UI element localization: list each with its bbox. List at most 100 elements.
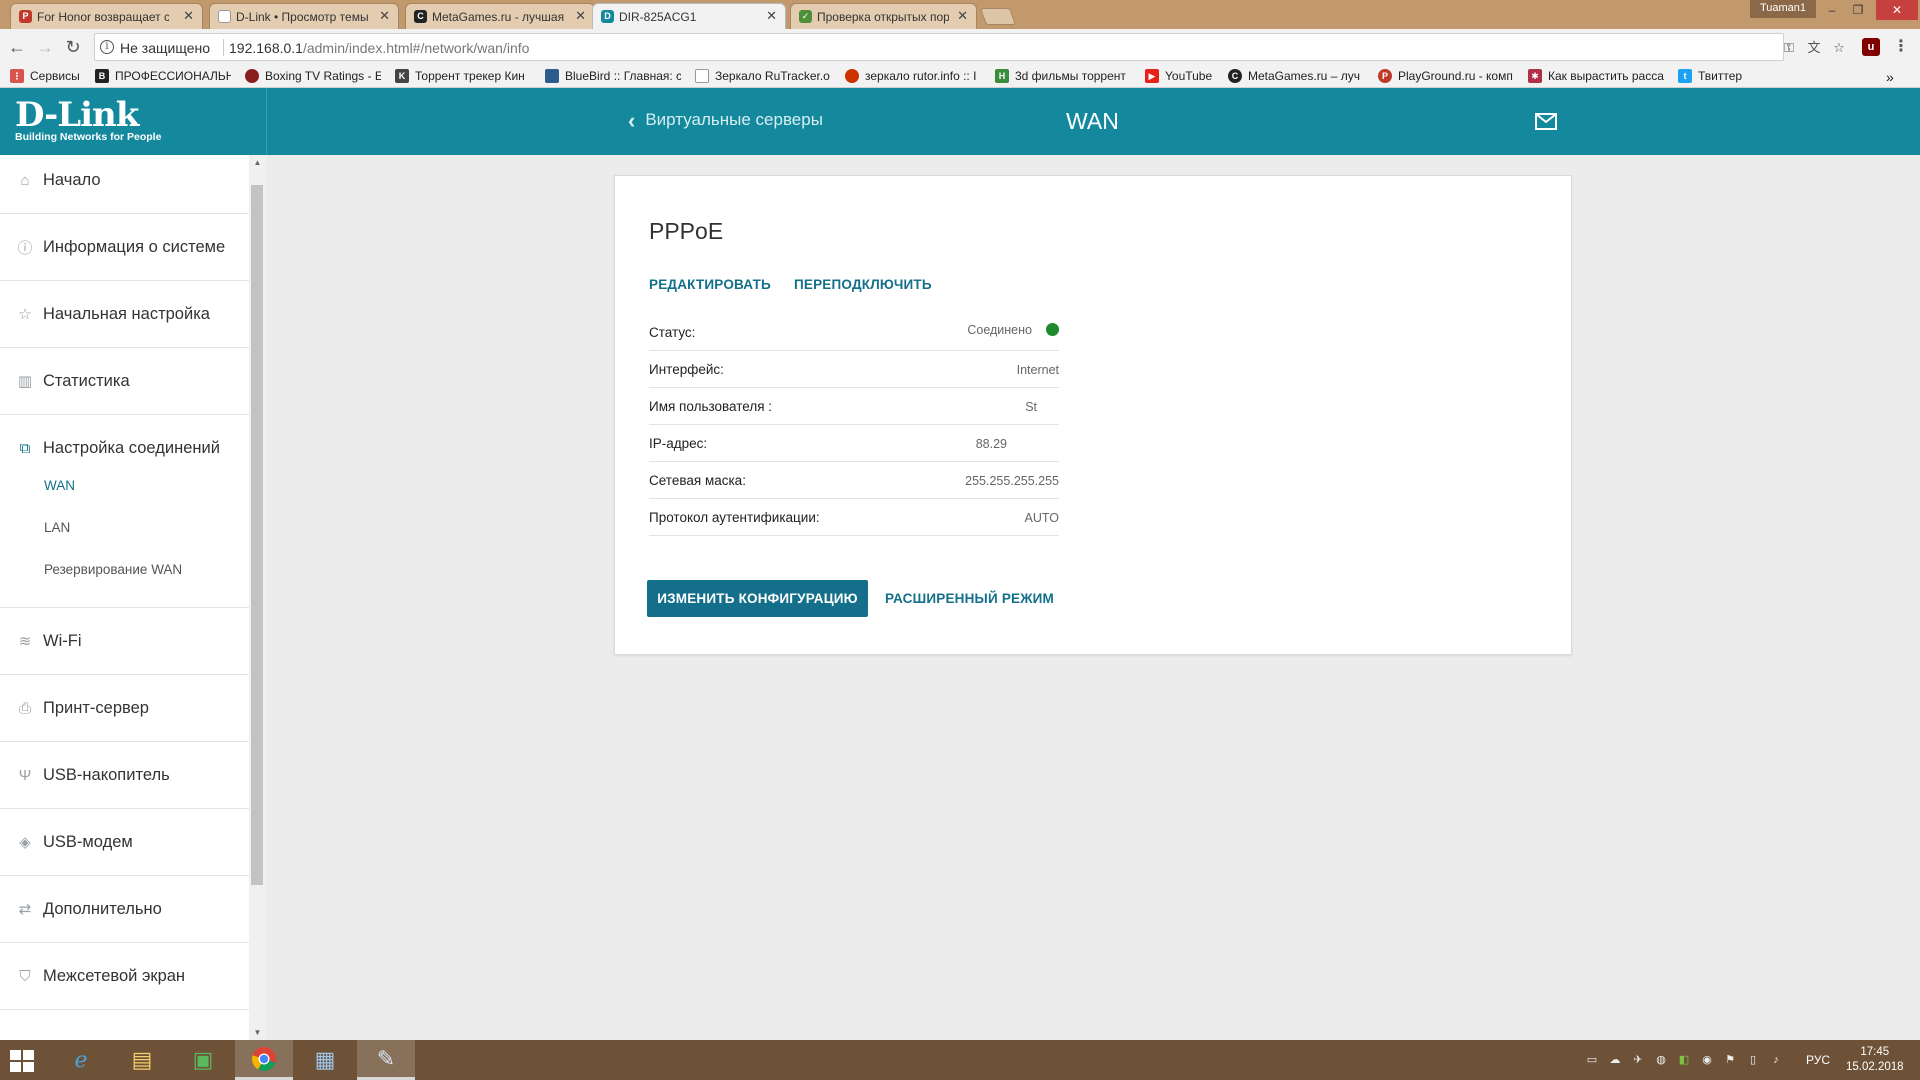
- security-label[interactable]: Не защищено: [120, 40, 210, 56]
- bookmark-bluebird[interactable]: BlueBird :: Главная: с: [545, 69, 681, 83]
- network-app-icon[interactable]: ▦: [296, 1040, 354, 1080]
- tab-dlink-forum[interactable]: D-Link • Просмотр темы ✕: [209, 3, 399, 29]
- ip-address-value: 88.29: [975, 437, 1007, 451]
- chevron-left-icon: ‹: [628, 107, 636, 133]
- bookmark-twitter[interactable]: t Твиттер: [1678, 69, 1768, 83]
- b-icon: B: [95, 69, 109, 83]
- tray-network-drive-icon[interactable]: ▭: [1584, 1052, 1600, 1068]
- bookmark-3d-films[interactable]: H 3d фильмы торрент: [995, 69, 1131, 83]
- info-icon[interactable]: i: [100, 40, 114, 54]
- paint-icon[interactable]: ✎: [357, 1040, 415, 1080]
- bookmark-plants[interactable]: ✱ Как вырастить расса: [1528, 69, 1664, 83]
- sidebar-item-system-info[interactable]: ⓘ Информация о системе: [0, 214, 249, 281]
- scroll-down-icon[interactable]: ▼: [249, 1025, 266, 1040]
- scroll-thumb[interactable]: [251, 185, 263, 885]
- explorer-icon[interactable]: ▤: [113, 1040, 171, 1080]
- sidebar-item-home[interactable]: ⌂ Начало: [0, 155, 249, 214]
- boxing-icon: [245, 69, 259, 83]
- sidebar-item-advanced[interactable]: ⇄ Дополнительно: [0, 876, 249, 943]
- tray-nvidia-icon[interactable]: ◧: [1676, 1052, 1692, 1068]
- reload-icon[interactable]: ↻: [62, 36, 84, 58]
- ie-icon[interactable]: ℯ: [52, 1040, 110, 1080]
- sidebar-item-usb-storage[interactable]: Ψ USB-накопитель: [0, 742, 249, 809]
- bookmark-rutor[interactable]: зеркало rutor.info :: I: [845, 69, 981, 83]
- tray-satellite-icon[interactable]: ✈: [1630, 1052, 1646, 1068]
- bookmark-boxing[interactable]: Boxing TV Ratings - E: [245, 69, 381, 83]
- close-icon[interactable]: ✕: [575, 8, 586, 24]
- key-icon[interactable]: ⚿: [1780, 39, 1798, 57]
- bookmark-rutracker[interactable]: Зеркало RuTracker.o: [695, 69, 831, 83]
- tray-steam-icon[interactable]: ◉: [1699, 1052, 1715, 1068]
- tray-flag-icon[interactable]: ⚑: [1722, 1052, 1738, 1068]
- change-config-button[interactable]: ИЗМЕНИТЬ КОНФИГУРАЦИЮ: [647, 580, 868, 617]
- info-row-interface: Интерфейс: Internet: [649, 351, 1059, 388]
- tab-port-check[interactable]: ✓ Проверка открытых пор ✕: [790, 3, 977, 29]
- bookmark-metagames[interactable]: C MetaGames.ru – луч: [1228, 69, 1364, 83]
- advanced-mode-link[interactable]: РАСШИРЕННЫЙ РЕЖИМ: [885, 591, 1054, 606]
- minimize-icon[interactable]: –: [1818, 0, 1846, 20]
- interface-value: Internet: [1016, 363, 1059, 377]
- url-field[interactable]: i Не защищено 192.168.0.1/admin/index.ht…: [94, 33, 1845, 61]
- info-row-netmask: Сетевая маска: 255.255.255.255: [649, 462, 1059, 499]
- translate-icon[interactable]: 文: [1805, 39, 1823, 57]
- bookmark-star-icon[interactable]: ☆: [1830, 39, 1848, 57]
- menu-icon[interactable]: ⋮: [1892, 38, 1910, 56]
- metagames-icon: C: [1228, 69, 1242, 83]
- sidebar-item-firewall[interactable]: ⛉ Межсетевой экран: [0, 943, 249, 1010]
- windows-start-icon[interactable]: [10, 1050, 34, 1072]
- bookmarks-bar: ⋮ Сервисы B ПРОФЕССИОНАЛЬН Boxing TV Ratin…: [0, 65, 1920, 88]
- scroll-up-icon[interactable]: ▲: [249, 155, 266, 170]
- profile-chip[interactable]: Tuaman1: [1750, 0, 1816, 18]
- info-row-username: Имя пользователя : St: [649, 388, 1059, 425]
- printer-icon: ⎙: [18, 699, 31, 717]
- close-icon[interactable]: ✕: [957, 8, 968, 24]
- tray-globe-icon[interactable]: ◍: [1653, 1052, 1669, 1068]
- new-tab-button[interactable]: [979, 8, 1017, 25]
- tab-dir-825acg1[interactable]: D DIR-825ACG1 ✕: [592, 3, 786, 29]
- sidebar-item-initial-setup[interactable]: ☆ Начальная настройка: [0, 281, 249, 348]
- window-close-icon[interactable]: ✕: [1876, 0, 1918, 20]
- tab-for-honor[interactable]: P For Honor возвращает с ✕: [10, 3, 203, 29]
- divider: [223, 39, 224, 56]
- tab-metagames[interactable]: C MetaGames.ru - лучшая ✕: [405, 3, 595, 29]
- chrome-icon[interactable]: [235, 1040, 293, 1080]
- sidebar-subitem-wan-reserve[interactable]: Резервирование WAN: [44, 562, 182, 577]
- dlink-logo[interactable]: D-Link Building Networks for People: [15, 98, 161, 143]
- close-icon[interactable]: ✕: [379, 8, 390, 24]
- sidebar-item-wifi[interactable]: ≋ Wi-Fi: [0, 608, 249, 675]
- close-icon[interactable]: ✕: [766, 8, 777, 24]
- close-icon[interactable]: ✕: [183, 8, 194, 24]
- more-bookmarks-icon[interactable]: »: [1886, 69, 1906, 85]
- h-icon: H: [995, 69, 1009, 83]
- sidebar-item-statistics[interactable]: ▥ Статистика: [0, 348, 249, 415]
- mail-icon[interactable]: [1535, 113, 1557, 130]
- bookmark-kino-torrent[interactable]: K Торрент трекер Кин: [395, 69, 531, 83]
- tray-cloud-icon[interactable]: ☁: [1607, 1052, 1623, 1068]
- sidebar-item-connections[interactable]: ⧉ Настройка соединений: [0, 415, 249, 482]
- sidebar-item-print-server[interactable]: ⎙ Принт-сервер: [0, 675, 249, 742]
- back-arrow-icon[interactable]: ←: [6, 36, 28, 58]
- page-title: WAN: [1066, 108, 1119, 134]
- store-icon[interactable]: ▣: [174, 1040, 232, 1080]
- tray-clock[interactable]: 17:45 15.02.2018: [1846, 1045, 1904, 1075]
- bookmark-playground[interactable]: P PlayGround.ru - комп: [1378, 69, 1514, 83]
- sidebar-scrollbar[interactable]: ▲ ▼: [249, 155, 266, 1040]
- ublock-icon[interactable]: u: [1862, 38, 1880, 56]
- sidebar-subitem-lan[interactable]: LAN: [44, 520, 70, 535]
- url-text[interactable]: 192.168.0.1/admin/index.html#/network/wa…: [229, 40, 529, 56]
- bookmark-services[interactable]: ⋮ Сервисы: [10, 69, 86, 83]
- tray-volume-icon[interactable]: ♪: [1768, 1052, 1784, 1068]
- sidebar-subitem-wan[interactable]: WAN: [44, 478, 75, 493]
- back-to-virtual-servers-link[interactable]: ‹ Виртуальные серверы: [628, 107, 823, 133]
- restore-icon[interactable]: ❐: [1844, 0, 1872, 20]
- reconnect-link[interactable]: ПЕРЕПОДКЛЮЧИТЬ: [794, 277, 932, 292]
- bookmark-youtube[interactable]: ▶ YouTube: [1145, 69, 1225, 83]
- forward-arrow-icon[interactable]: →: [34, 36, 56, 58]
- home-icon: ⌂: [20, 171, 30, 189]
- tray-network-icon[interactable]: ▯: [1745, 1052, 1761, 1068]
- edit-link[interactable]: РЕДАКТИРОВАТЬ: [649, 277, 771, 292]
- bookmark-professional[interactable]: B ПРОФЕССИОНАЛЬН: [95, 69, 231, 83]
- tray-language[interactable]: РУС: [1806, 1053, 1830, 1067]
- sidebar-item-usb-modem[interactable]: ◈ USB-модем: [0, 809, 249, 876]
- auth-protocol-value: AUTO: [1024, 511, 1060, 525]
